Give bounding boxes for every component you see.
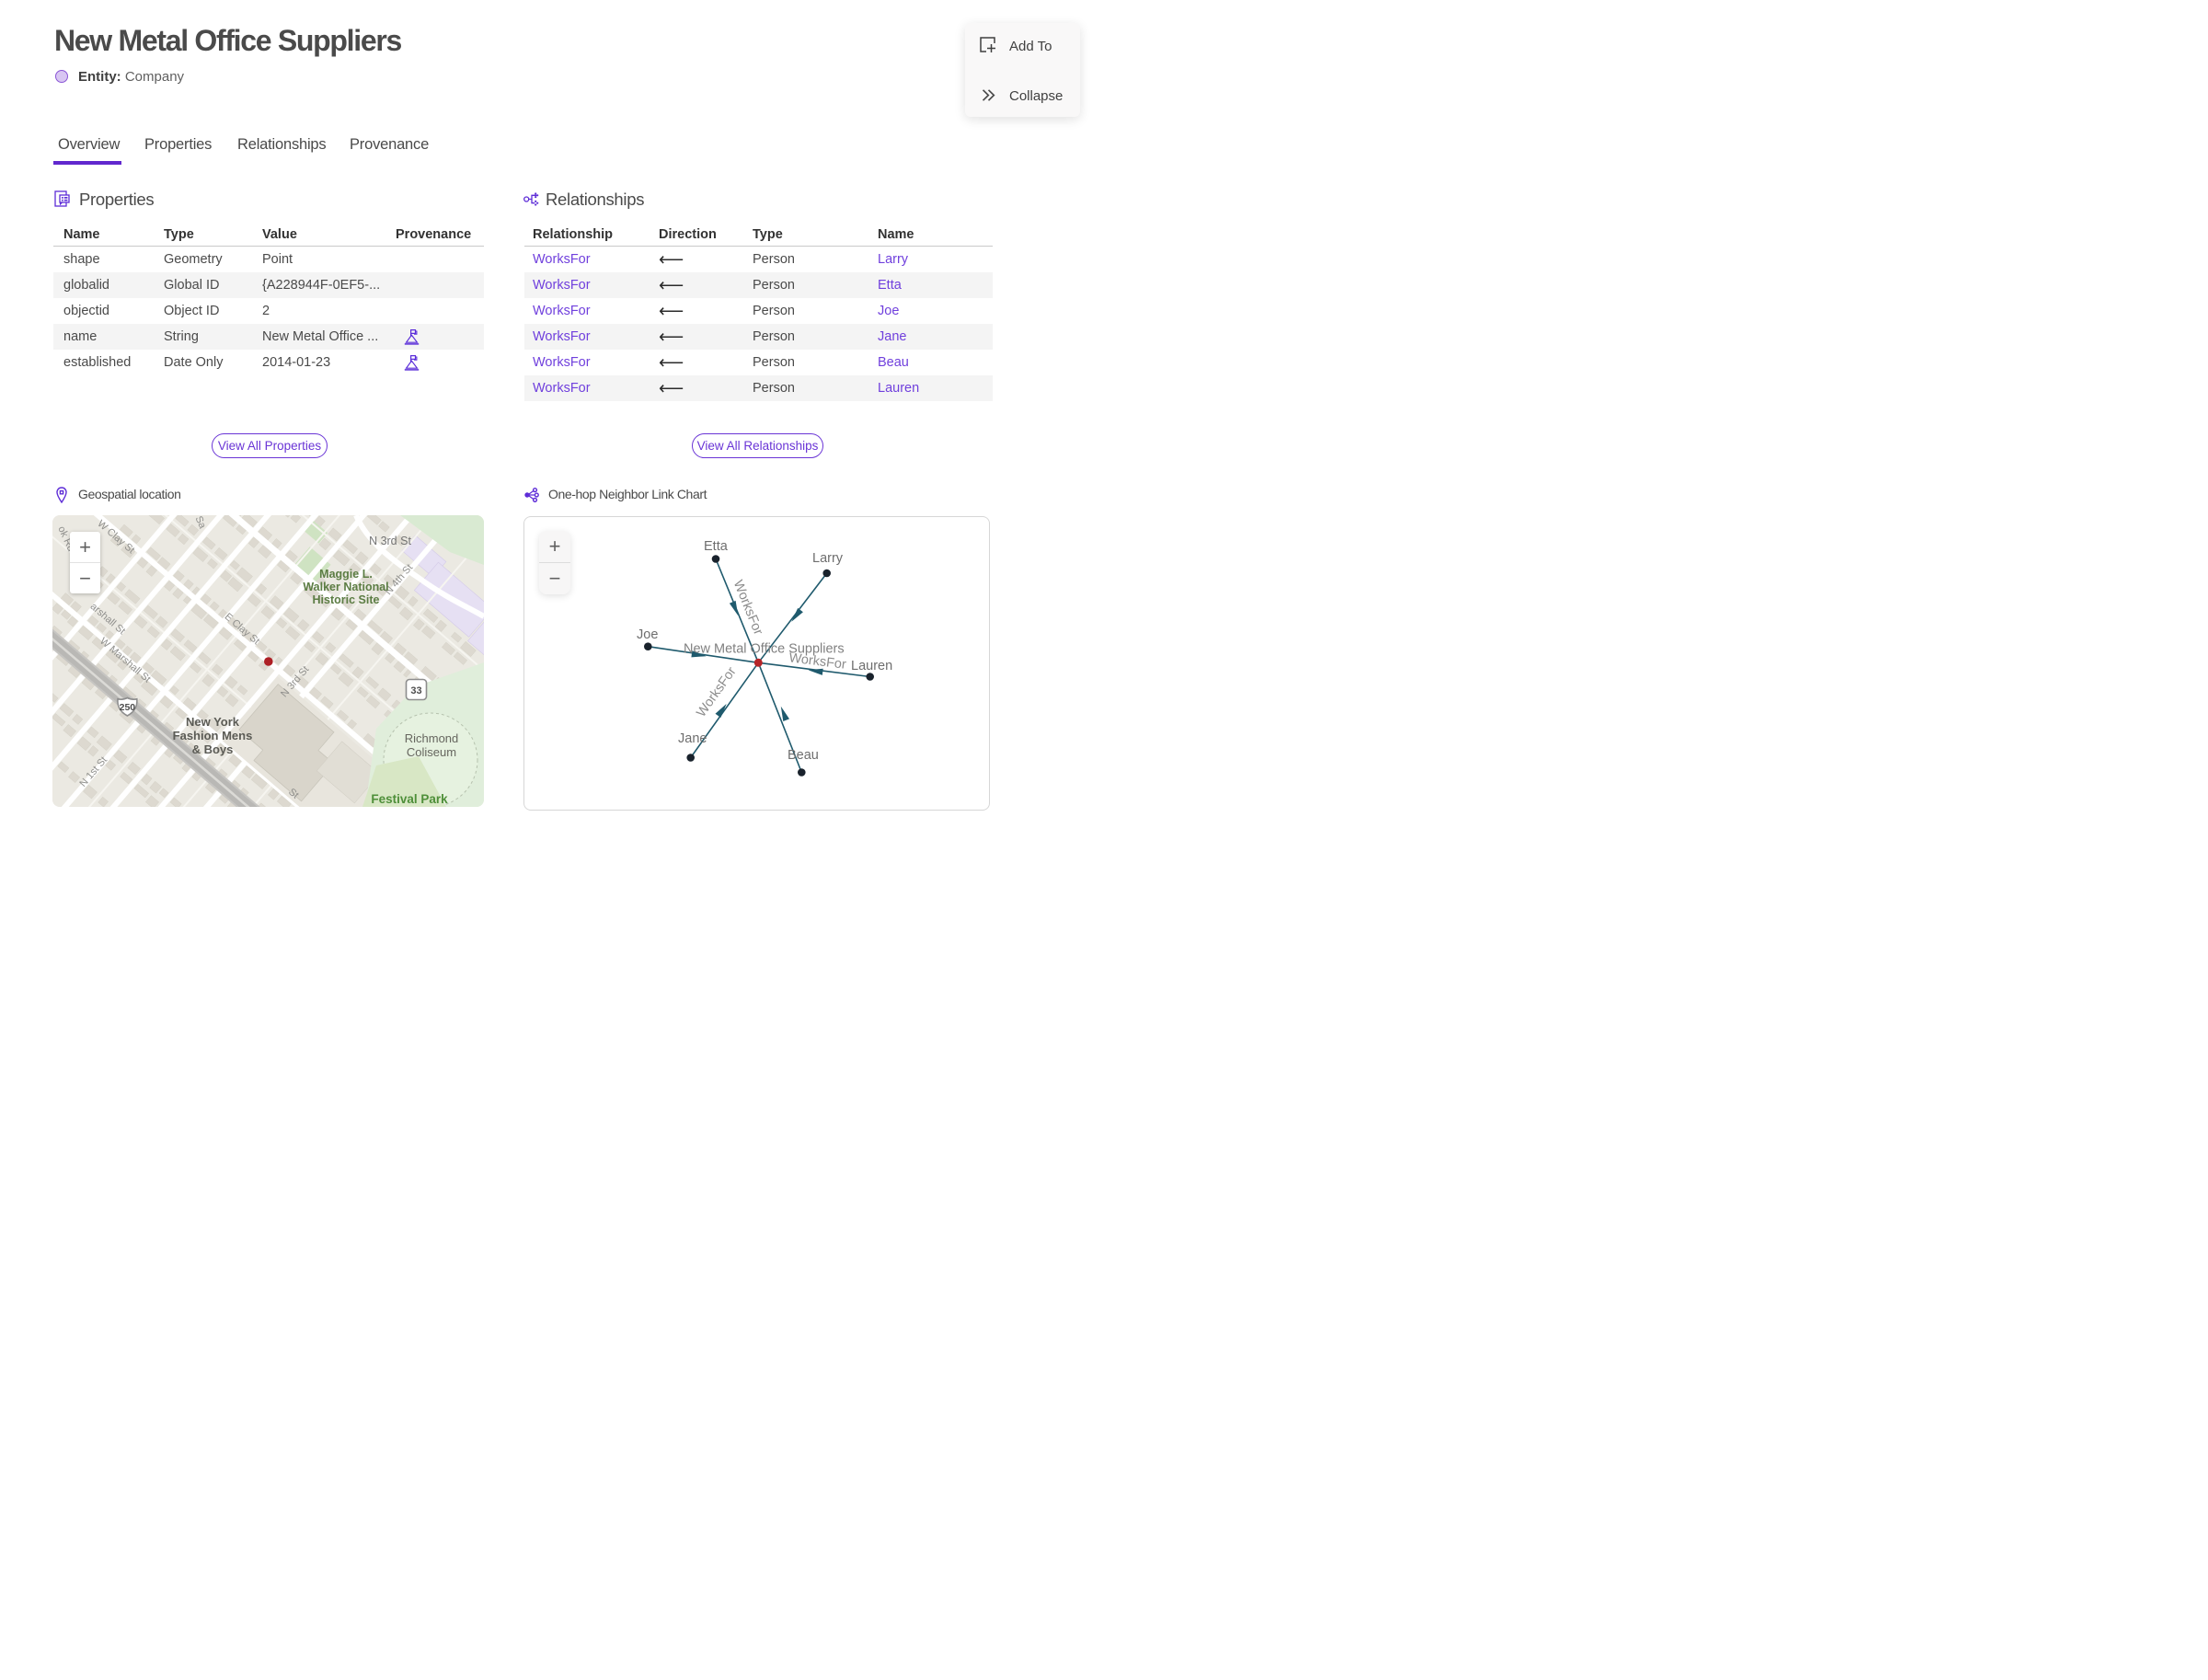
svg-text:New York: New York [186, 715, 240, 729]
svg-text:Etta: Etta [704, 539, 729, 554]
svg-text:Joe: Joe [637, 627, 658, 642]
svg-text:Coliseum: Coliseum [407, 745, 456, 759]
svg-text:Historic Site: Historic Site [313, 593, 380, 606]
svg-text:Maggie L.: Maggie L. [319, 568, 373, 581]
svg-text:Jane: Jane [678, 731, 707, 746]
svg-text:Richmond: Richmond [405, 731, 459, 745]
svg-text:Festival Park: Festival Park [371, 792, 448, 806]
svg-text:WorksFor: WorksFor [694, 664, 739, 719]
svg-text:Larry: Larry [812, 551, 844, 566]
svg-text:Fashion Mens: Fashion Mens [173, 729, 253, 742]
svg-text:Beau: Beau [788, 748, 819, 763]
svg-text:250: 250 [120, 702, 136, 713]
svg-text:Walker National: Walker National [303, 581, 388, 593]
svg-text:Lauren: Lauren [851, 659, 892, 673]
svg-text:& Boys: & Boys [192, 742, 234, 756]
svg-text:33: 33 [410, 685, 421, 696]
svg-text:N 3rd St: N 3rd St [369, 535, 411, 547]
